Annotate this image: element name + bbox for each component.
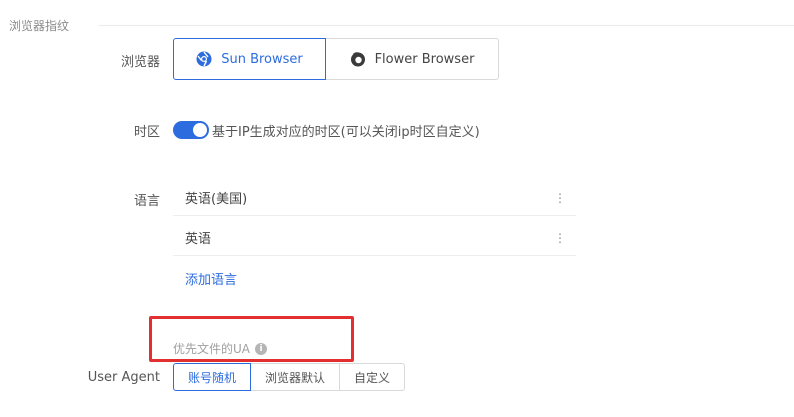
browser-label: 浏览器: [120, 55, 160, 70]
info-icon[interactable]: i: [255, 342, 267, 355]
chrome-icon: [196, 51, 212, 67]
firefox-icon: [350, 51, 366, 67]
ua-option-random[interactable]: 账号随机: [173, 363, 252, 391]
timezone-description: 基于IP生成对应的时区(可以关闭ip时区自定义): [212, 125, 480, 140]
timezone-toggle[interactable]: [173, 121, 209, 139]
flower-browser-label: Flower Browser: [374, 51, 475, 67]
language-label: 语言: [133, 194, 160, 209]
user-agent-label: User Agent: [87, 370, 160, 385]
more-vertical-icon[interactable]: ⋮: [554, 231, 566, 245]
sun-browser-label: Sun Browser: [221, 51, 303, 67]
language-item[interactable]: 英语(美国) ⋮: [173, 180, 576, 216]
browser-segmented-control: Sun Browser Flower Browser: [173, 38, 499, 80]
add-language-link[interactable]: 添加语言: [185, 269, 237, 288]
language-item-label: 英语(美国): [185, 192, 248, 207]
language-item[interactable]: 英语 ⋮: [173, 220, 576, 256]
ua-option-custom[interactable]: 自定义: [340, 363, 406, 391]
timezone-label: 时区: [133, 125, 160, 140]
section-divider: [98, 25, 794, 26]
section-title: 浏览器指纹: [9, 19, 70, 33]
sun-browser-button[interactable]: Sun Browser: [173, 38, 326, 80]
more-vertical-icon[interactable]: ⋮: [554, 191, 566, 205]
flower-browser-button[interactable]: Flower Browser: [326, 38, 499, 80]
prefer-ua-label: 优先文件的UA: [173, 342, 250, 356]
toggle-knob: [193, 123, 207, 137]
user-agent-segmented-control: 账号随机 浏览器默认 自定义: [173, 363, 406, 391]
prefer-ua: 优先文件的UA i: [173, 340, 267, 357]
language-item-label: 英语: [185, 232, 212, 247]
ua-option-browser-default[interactable]: 浏览器默认: [251, 363, 341, 391]
